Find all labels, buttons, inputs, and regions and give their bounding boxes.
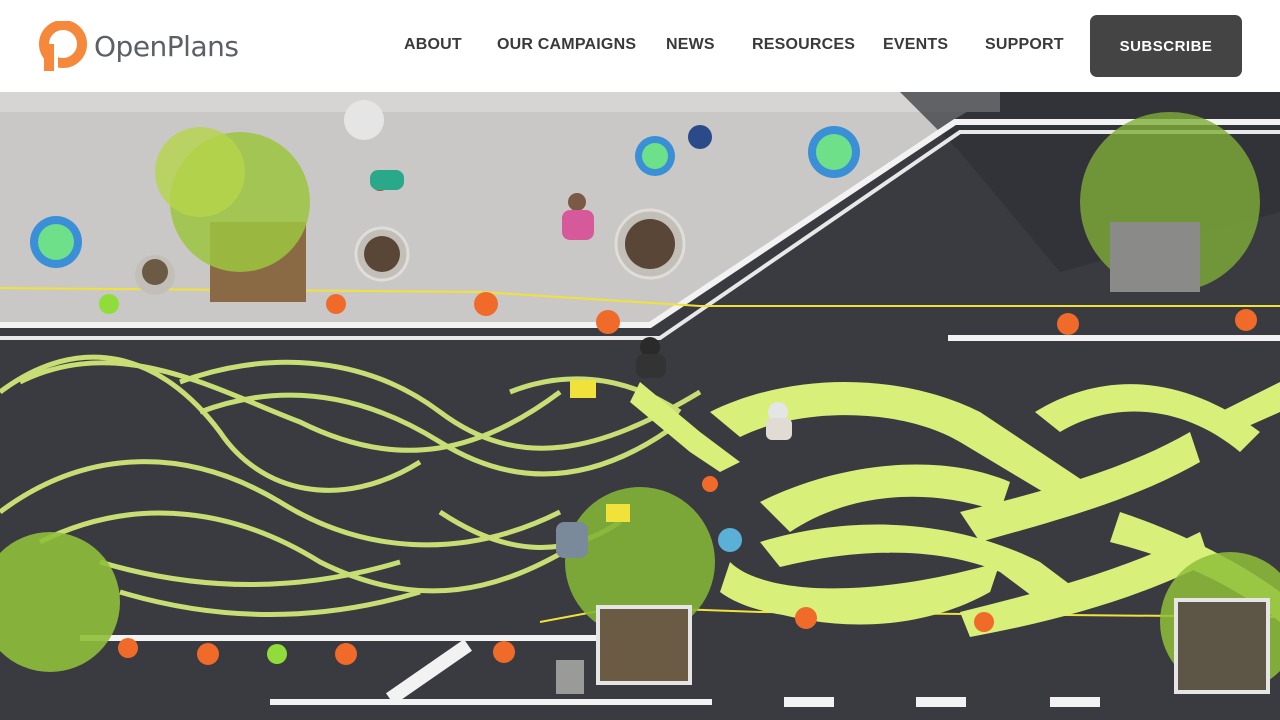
nav-our-campaigns[interactable]: OUR CAMPAIGNS	[497, 36, 636, 54]
nav-support[interactable]: SUPPORT	[985, 36, 1064, 54]
nav-about[interactable]: ABOUT	[404, 36, 462, 54]
hero-image	[0, 92, 1280, 720]
street-mural-photo	[0, 92, 1280, 720]
nav-events[interactable]: EVENTS	[883, 36, 948, 54]
main-nav: ABOUT OUR CAMPAIGNS NEWS RESOURCES EVENT…	[0, 0, 1280, 92]
nav-resources[interactable]: RESOURCES	[752, 36, 855, 54]
site-header: OpenPlans ABOUT OUR CAMPAIGNS NEWS RESOU…	[0, 0, 1280, 92]
subscribe-button[interactable]: SUBSCRIBE	[1090, 15, 1242, 77]
nav-news[interactable]: NEWS	[666, 36, 715, 54]
